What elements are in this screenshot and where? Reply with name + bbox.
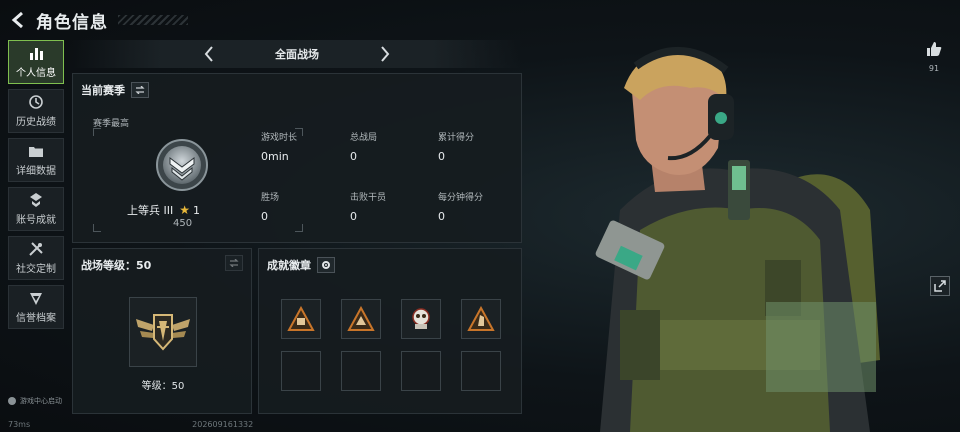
ping: 73ms [8,420,31,429]
level-panel: 战场等级：50 等级：50 [72,248,252,414]
badge-slot-empty[interactable] [281,351,321,391]
stat-value: 0 [350,210,357,223]
gear-icon [322,261,330,269]
chevron-left-icon [204,46,213,62]
season-title: 当前赛季 [81,84,125,97]
header: 角色信息 [8,6,188,34]
badge-slot-empty[interactable] [461,351,501,391]
sidebar-item-reputation[interactable]: 信誉档案 [8,285,64,329]
sidebar-item-achievements[interactable]: 账号成就 [8,187,64,231]
stat-value: 0min [261,150,289,163]
sidebar-item-label: 详细数据 [16,166,56,177]
rank-points: 450 [173,218,193,229]
sidebar-item-label: 信誉档案 [16,313,56,324]
stat-value: 0 [261,210,268,223]
stat-value: 0 [350,150,357,163]
badge-slot-empty[interactable] [401,351,441,391]
season-panel: 当前赛季 赛季最高 上等兵 III ★ 1 450 游戏时长 0min 总战局 … [72,73,522,243]
sidebar-item-details[interactable]: 详细数据 [8,138,64,182]
stat-value: 0 [438,150,445,163]
stat-value: 0 [438,210,445,223]
stat-label: 胜场 [261,193,280,203]
history-icon [29,95,43,109]
sidebar-item-label: 个人信息 [16,68,56,79]
switch-level-button[interactable] [225,255,243,271]
stat-total-matches: 总战局 0 [350,130,377,163]
level-title: 战场等级：50 [81,259,152,272]
skull-badge-icon [412,308,430,329]
stat-wins: 胜场 0 [261,190,279,223]
badge-slot[interactable] [461,299,501,339]
stat-label: 总战局 [350,133,378,143]
sidebar-item-history[interactable]: 历史战绩 [8,89,64,133]
rank-stars: 1 [193,203,200,217]
sidebar-item-label: 账号成就 [16,215,56,226]
share-button[interactable] [930,276,950,296]
folder-icon [29,147,43,157]
stat-label: 游戏时长 [261,133,298,143]
badge-title: 成就徽章 [267,259,311,272]
game-center-icon [8,397,16,405]
like-widget[interactable]: 91 [922,40,946,73]
stat-score-per-minute: 每分钟得分 0 [438,190,483,223]
game-center-link[interactable]: 游戏中心启动 [8,396,62,406]
sidebar-item-label: 社交定制 [16,264,56,275]
level-emblem [129,297,197,367]
stat-total-score: 累计得分 0 [438,130,474,163]
badge-slot[interactable] [401,299,441,339]
badge-slot[interactable] [281,299,321,339]
status-bar: 73ms 202609161332 [8,420,253,429]
badge-slot-empty[interactable] [341,351,381,391]
shield-icon [30,293,42,305]
switch-season-button[interactable] [131,82,149,98]
stat-label: 每分钟得分 [438,193,484,203]
badge-settings-button[interactable] [317,257,335,273]
game-center-label: 游戏中心启动 [20,397,62,405]
sidebar-item-social[interactable]: 社交定制 [8,236,64,280]
chevron-right-icon [381,46,390,62]
tools-icon [29,242,43,256]
sidebar-item-profile[interactable]: 个人信息 [8,40,64,84]
next-mode-button[interactable] [375,44,395,64]
rank-name: 上等兵 III ★ 1 [127,202,200,218]
triangle-badge-icon [287,306,315,331]
page-title: 角色信息 [36,12,108,33]
swap-icon [229,259,239,267]
stat-play-time: 游戏时长 0min [261,130,297,163]
mode-label: 全面战场 [275,48,319,61]
character-model [595,46,880,432]
rank-emblem-icon [156,139,208,191]
sidebar: 个人信息 历史战绩 详细数据 账号成就 社交定制 信誉档案 [8,40,66,334]
title-decoration [118,15,188,25]
triangle-badge-icon [467,306,495,331]
triangle-badge-icon [347,306,375,331]
like-count: 91 [928,64,940,73]
back-arrow-icon[interactable] [8,9,30,31]
rank-name-text: 上等兵 III [127,204,174,217]
level-text: 等级：50 [141,381,185,392]
mode-selector: 全面战场 [72,40,522,68]
achievement-icon [30,193,42,207]
badge-slot[interactable] [341,299,381,339]
stat-label: 击败干员 [350,193,387,203]
winged-emblem-icon [136,314,190,351]
session-id: 202609161332 [192,420,254,429]
bar-chart-icon [30,48,43,60]
swap-icon [135,86,145,94]
share-icon [934,280,946,292]
prev-mode-button[interactable] [199,44,219,64]
badge-panel-title: 成就徽章 [267,257,335,273]
stat-label: 累计得分 [438,133,475,143]
sidebar-item-label: 历史战绩 [16,117,56,128]
badge-panel: 成就徽章 [258,248,522,414]
star-icon: ★ [179,203,190,217]
thumbs-up-icon [927,42,942,56]
stat-kills: 击败干员 0 [350,190,386,223]
season-panel-title: 当前赛季 [81,82,149,98]
